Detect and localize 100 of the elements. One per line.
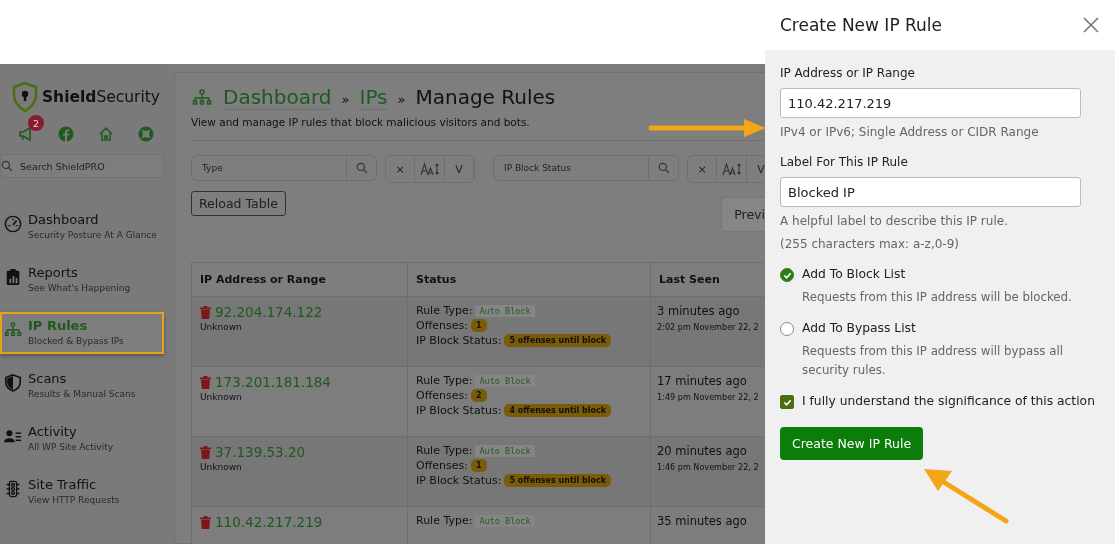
last-seen-text: 3 minutes ago — [657, 304, 741, 318]
location-text: Unknown — [200, 462, 243, 472]
nav-item[interactable]: Activity All WP Site Activity — [0, 418, 164, 460]
nav-item-subtitle: Results & Manual Scans — [28, 389, 136, 399]
nav-item-subtitle: Security Posture At A Glance — [28, 230, 157, 240]
trash-icon[interactable] — [200, 445, 211, 459]
block-status-badge: 5 offenses until block — [504, 474, 612, 487]
user-list-icon — [4, 427, 22, 445]
breadcrumb-link[interactable]: Dashboard — [223, 85, 332, 110]
toggle-button[interactable]: V — [445, 156, 474, 182]
panel-title: Create New IP Rule — [780, 15, 943, 35]
checkbox[interactable] — [780, 395, 794, 409]
nav-item-title: Reports — [28, 265, 79, 280]
trash-icon[interactable] — [200, 305, 211, 319]
timestamp-text: 1:46 pm November 22, 2 — [657, 462, 760, 472]
offenses-label: Offenses: — [416, 389, 468, 402]
nav-item[interactable]: Site Traffic View HTTP Requests — [0, 471, 164, 513]
gauge-icon — [4, 215, 22, 233]
nav-item-title: Site Traffic — [28, 477, 98, 492]
clear-button[interactable]: × — [688, 156, 717, 182]
previous-button[interactable]: Previ — [721, 197, 765, 232]
checkbox-label: I fully understand the significance of this action — [802, 394, 1095, 409]
block-status-label: IP Block Status: — [416, 474, 502, 487]
shield-logo-icon — [11, 82, 38, 112]
check-icon — [782, 397, 792, 407]
rule-type-value: Auto Block — [475, 444, 535, 457]
block-status-label: IP Block Status: — [416, 404, 502, 417]
option-label: Add To Block List — [802, 267, 907, 281]
search-icon — [657, 162, 670, 174]
network-icon — [4, 321, 22, 339]
clear-button[interactable]: × — [386, 156, 415, 182]
last-seen-text: 17 minutes ago — [657, 374, 748, 388]
block-status-badge: 5 offenses until block — [504, 334, 612, 347]
nav-item-subtitle: All WP Site Activity — [28, 442, 113, 452]
rule-type-label: Rule Type: — [416, 444, 473, 457]
filter-field[interactable]: IP Block Status — [493, 155, 648, 181]
last-seen-text: 35 minutes ago — [657, 514, 748, 528]
home-icon[interactable] — [98, 126, 114, 142]
trash-icon[interactable] — [200, 515, 211, 529]
timestamp-text: 2:02 pm November 22, 2 — [657, 322, 760, 332]
option-label: Add To Bypass List — [802, 321, 917, 335]
input-field[interactable]: 110.42.217.219 — [780, 88, 1081, 118]
shield-icon — [4, 374, 22, 392]
nav-item[interactable]: Dashboard Security Posture At A Glance — [0, 206, 164, 248]
nav-item-subtitle: Blocked & Bypass IPs — [28, 336, 124, 346]
help-text: A helpful label to describe this IP rule. — [780, 213, 1009, 230]
nav-item[interactable]: Scans Results & Manual Scans — [0, 365, 164, 407]
facebook-icon[interactable] — [58, 126, 74, 142]
rule-type-label: Rule Type: — [416, 304, 473, 317]
nav-item[interactable]: Reports See What's Happening — [0, 259, 164, 301]
input-field[interactable]: Blocked IP — [780, 177, 1081, 207]
nav-item-subtitle: See What's Happening — [28, 283, 131, 293]
filter-field[interactable]: Type — [191, 155, 346, 181]
radio-button[interactable] — [780, 322, 794, 336]
radio-button[interactable] — [780, 268, 794, 282]
reload-table-button[interactable]: Reload Table — [191, 191, 286, 216]
text-size-icon[interactable] — [419, 162, 440, 176]
rule-type-value: Auto Block — [475, 304, 535, 317]
search-field[interactable]: Search ShieldPRO — [0, 154, 164, 178]
search-icon — [1, 160, 13, 172]
megaphone-icon[interactable] — [18, 126, 34, 142]
search-button[interactable] — [346, 155, 377, 181]
block-status-badge: 4 offenses until block — [504, 404, 612, 417]
offenses-label: Offenses: — [416, 319, 468, 332]
trash-icon[interactable] — [200, 375, 211, 389]
nav-item-title: Dashboard — [28, 212, 100, 227]
nav-item-title: Activity — [28, 424, 78, 439]
nav-item[interactable]: IP Rules Blocked & Bypass IPs — [0, 312, 164, 354]
help-text: IPv4 or IPv6; Single Address or CIDR Range — [780, 124, 1040, 141]
search-icon — [355, 162, 368, 174]
field-label: IP Address or IP Range — [780, 66, 916, 80]
life-ring-icon[interactable] — [138, 126, 154, 142]
offenses-label: Offenses: — [416, 459, 468, 472]
rule-type-label: Rule Type: — [416, 374, 473, 387]
timestamp-text: 1:49 pm November 22, 2 — [657, 392, 760, 402]
offenses-count: 2 — [470, 389, 487, 402]
breadcrumb-link[interactable]: IPs — [359, 85, 388, 110]
rule-type-value: Auto Block — [475, 514, 535, 527]
rule-type-label: Rule Type: — [416, 514, 473, 527]
nav-item-title: Scans — [28, 371, 68, 386]
text-size-icon[interactable] — [721, 162, 742, 176]
close-button[interactable] — [1082, 16, 1100, 34]
traffic-light-icon — [4, 480, 22, 498]
search-button[interactable] — [648, 155, 679, 181]
network-icon — [191, 87, 213, 108]
option-description: Requests from this IP address will bypass all security rules. — [802, 343, 1064, 379]
nav-item-title: IP Rules — [28, 318, 89, 333]
location-text: Unknown — [200, 322, 243, 332]
breadcrumb-separator: » — [397, 92, 406, 107]
offenses-count: 1 — [470, 459, 487, 472]
brand-name: ShieldSecurity — [41, 88, 161, 106]
block-status-label: IP Block Status: — [416, 334, 502, 347]
field-label: Label For This IP Rule — [780, 155, 909, 169]
last-seen-text: 20 minutes ago — [657, 444, 748, 458]
create-rule-button[interactable]: Create New IP Rule — [780, 427, 924, 460]
page-title: Manage Rules — [415, 85, 556, 109]
rule-type-value: Auto Block — [475, 374, 535, 387]
option-description: Requests from this IP address will be blocked. — [802, 289, 1072, 306]
check-icon — [782, 270, 792, 280]
help-text: (255 characters max: a-z,0-9) — [780, 236, 960, 253]
